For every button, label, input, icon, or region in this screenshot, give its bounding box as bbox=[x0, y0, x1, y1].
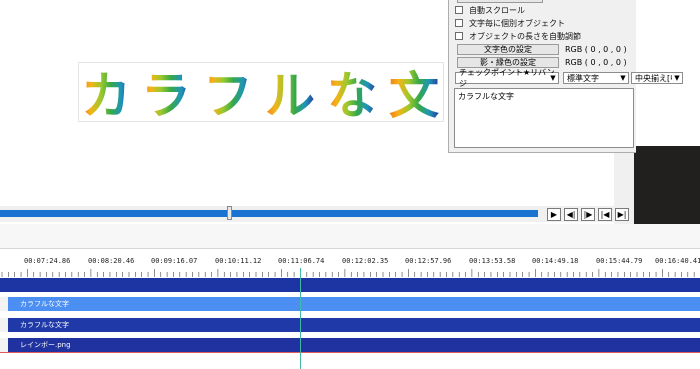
auto-scroll-label: 自動スクロール bbox=[469, 5, 525, 15]
align-select[interactable]: 中央揃え[中] ▼ bbox=[631, 72, 683, 84]
chevron-down-icon: ▼ bbox=[618, 73, 628, 83]
banner-glyph-1: ラ bbox=[141, 67, 191, 122]
playhead[interactable] bbox=[300, 268, 301, 369]
next-frame-button[interactable]: |▶ bbox=[581, 208, 595, 221]
go-start-icon: |◀ bbox=[600, 209, 610, 219]
ruler-ticks bbox=[1, 269, 695, 277]
chevron-down-icon: ▼ bbox=[672, 73, 682, 83]
chevron-down-icon: ▼ bbox=[548, 73, 558, 83]
clip-label: カラフルな文字 bbox=[20, 321, 69, 329]
play-button[interactable]: ▶ bbox=[547, 208, 561, 221]
go-end-button[interactable]: ▶| bbox=[615, 208, 629, 221]
colorful-text-banner[interactable]: カ ラ フ ル な 文 bbox=[78, 62, 444, 122]
ruler-tick-label: 00:12:02.35 bbox=[342, 257, 389, 265]
ruler-tick-label: 00:10:11.12 bbox=[215, 257, 262, 265]
ruler-tick-label: 00:08:20.46 bbox=[88, 257, 135, 265]
auto-length-label: オブジェクトの長さを自動調節 bbox=[469, 31, 581, 41]
style-select-value: 標準文字 bbox=[567, 73, 599, 83]
banner-glyph-4: な bbox=[327, 67, 377, 122]
prev-frame-button[interactable]: ◀| bbox=[564, 208, 578, 221]
timeline-clip[interactable] bbox=[0, 278, 700, 292]
clip-label: レインボー.png bbox=[20, 341, 71, 349]
auto-scroll-checkbox[interactable] bbox=[455, 6, 463, 14]
auto-length-checkbox[interactable] bbox=[455, 32, 463, 40]
banner-glyph-5: 文 bbox=[389, 67, 439, 122]
seek-track[interactable] bbox=[0, 210, 538, 217]
timeline-clip[interactable]: カラフルな文字 bbox=[8, 297, 700, 311]
ruler-tick-label: 00:15:44.79 bbox=[596, 257, 643, 265]
dialog-top-control[interactable] bbox=[457, 0, 543, 3]
clip-label: カラフルな文字 bbox=[20, 300, 69, 308]
per-char-object-checkbox-row[interactable]: 文字毎に個別オブジェクト bbox=[449, 17, 565, 29]
text-content-value: カラフルな文字 bbox=[458, 92, 514, 101]
style-select[interactable]: 標準文字 ▼ bbox=[563, 72, 629, 84]
ruler-tick-label: 00:14:49.18 bbox=[532, 257, 579, 265]
side-preview-dark bbox=[634, 146, 700, 226]
per-char-object-label: 文字毎に個別オブジェクト bbox=[469, 18, 565, 28]
video-editor-window: カ ラ フ ル な 文 自動スクロール 文字毎に個別オブジェクト オブジェクトの… bbox=[0, 0, 700, 369]
seek-bar-area: ▶ ◀| |▶ |◀ ▶| bbox=[0, 206, 629, 222]
next-frame-icon: |▶ bbox=[583, 209, 593, 219]
text-color-button[interactable]: 文字色の設定 bbox=[457, 44, 559, 55]
ruler-tick-label: 00:12:57.96 bbox=[405, 257, 452, 265]
banner-svg: カ ラ フ ル な 文 bbox=[81, 67, 439, 122]
layer-end-marker bbox=[0, 352, 700, 353]
play-icon: ▶ bbox=[550, 209, 558, 219]
per-char-object-checkbox[interactable] bbox=[455, 19, 463, 27]
text-color-value: RGB ( 0 , 0 , 0 ) bbox=[565, 45, 627, 54]
ruler-tick-label: 00:07:24.86 bbox=[24, 257, 71, 265]
timeline-clip[interactable]: レインボー.png bbox=[8, 338, 700, 352]
timeline-clip[interactable]: カラフルな文字 bbox=[8, 318, 700, 332]
shadow-color-value: RGB ( 0 , 0 , 0 ) bbox=[565, 58, 627, 67]
banner-glyph-2: フ bbox=[203, 67, 253, 122]
ruler-tick-label: 00:09:16.07 bbox=[151, 257, 198, 265]
font-select-value: チェックポイント★リバンジ bbox=[459, 68, 555, 88]
prev-frame-icon: ◀| bbox=[566, 209, 576, 219]
go-start-button[interactable]: |◀ bbox=[598, 208, 612, 221]
auto-scroll-checkbox-row[interactable]: 自動スクロール bbox=[449, 4, 525, 16]
banner-glyph-3: ル bbox=[265, 67, 315, 122]
font-select[interactable]: チェックポイント★リバンジ ▼ bbox=[455, 68, 559, 88]
toolbar-gap bbox=[0, 224, 700, 248]
auto-length-checkbox-row[interactable]: オブジェクトの長さを自動調節 bbox=[449, 30, 581, 42]
layer-row: レインボー.png bbox=[0, 338, 700, 352]
layer-row: カラフルな文字 bbox=[0, 318, 700, 332]
go-end-icon: ▶| bbox=[617, 209, 627, 219]
seek-thumb[interactable] bbox=[227, 206, 232, 220]
timeline-ruler[interactable]: 00:07:24.86 00:08:20.46 00:09:16.07 00:1… bbox=[0, 248, 700, 277]
layer-row bbox=[0, 278, 700, 292]
ruler-tick-label: 00:11:06.74 bbox=[278, 257, 325, 265]
ruler-tick-label: 00:13:53.58 bbox=[469, 257, 516, 265]
banner-glyph-0: カ bbox=[81, 67, 131, 122]
text-content-area[interactable]: カラフルな文字 bbox=[454, 88, 634, 148]
ruler-tick-label: 00:16:40.41 bbox=[655, 257, 700, 265]
layer-row: カラフルな文字 bbox=[0, 297, 700, 311]
